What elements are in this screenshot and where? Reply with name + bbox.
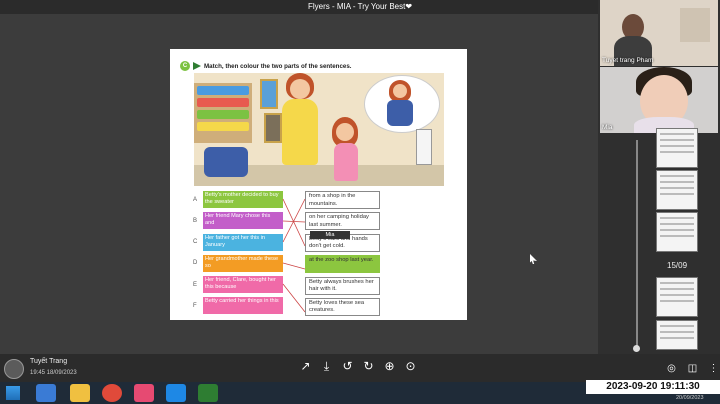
heart-icon: ❤	[405, 2, 413, 11]
page-thumbnail[interactable]	[656, 320, 698, 350]
sentence-ends: from a shop in the mountains. on her cam…	[305, 191, 380, 319]
more-icon[interactable]: ⋮	[706, 361, 720, 376]
layout-icon[interactable]: ◫	[685, 361, 700, 376]
toolbar-tools: ↗ ⤓ ↺ ↻ ⊕ ⊙	[298, 359, 418, 374]
sentence-end-box[interactable]: from a shop in the mountains.	[305, 191, 380, 209]
upload-datetime: 19:45 18/09/2023	[30, 370, 77, 376]
sentence-end-box[interactable]: on her camping holiday last summer.	[305, 212, 380, 231]
app-icon[interactable]	[134, 384, 154, 402]
rotate-left-icon[interactable]: ↺	[340, 359, 355, 374]
sentence-end-box[interactable]: Betty loves these sea creatures.	[305, 297, 380, 316]
app-icon[interactable]	[198, 384, 218, 402]
sentence-end-box[interactable]: Betty always brushes her hair with it.	[305, 276, 380, 295]
download-icon[interactable]: ⤓	[319, 359, 334, 374]
video-tile[interactable]: Tuyet trang Pham	[600, 0, 718, 66]
page-thumbnail[interactable]	[656, 170, 698, 210]
page-thumbnail[interactable]	[656, 277, 698, 317]
scrollbar-thumb[interactable]	[633, 345, 640, 352]
title-text: Flyers - MIA - Try Your Best	[307, 2, 406, 11]
windows-start-icon[interactable]	[6, 386, 20, 400]
exercise-page: C Match, then colour the two parts of th…	[170, 49, 467, 320]
page-thumbnail[interactable]	[656, 128, 698, 168]
zalo-icon[interactable]	[166, 384, 186, 402]
thumbnail-date: 15/09	[667, 261, 688, 270]
sentence-end-box[interactable]: at the zoo shop last year.	[305, 255, 380, 274]
video-tile[interactable]: Mia	[600, 67, 718, 133]
rotate-right-icon[interactable]: ↻	[361, 359, 376, 374]
remote-cursor-label: Mia	[310, 231, 350, 239]
participant-name: Tuyet trang Pham	[602, 57, 654, 64]
avatar[interactable]	[4, 359, 24, 379]
participant-name: Mia	[602, 124, 613, 131]
page-scrollbar[interactable]	[636, 140, 638, 348]
fit-screen-icon[interactable]: ⊙	[403, 359, 418, 374]
chrome-icon[interactable]	[102, 384, 122, 402]
view-controls: ◎ ◫ ⋮	[664, 361, 720, 376]
system-clock: 2023-09-20 19:11:30	[586, 380, 720, 394]
clock-date: 20/09/2023	[676, 395, 704, 401]
page-thumbnail[interactable]	[656, 212, 698, 252]
share-arrow-icon[interactable]: ↗	[298, 359, 313, 374]
info-icon[interactable]: ◎	[664, 361, 679, 376]
zoom-in-icon[interactable]: ⊕	[382, 359, 397, 374]
edge-icon[interactable]	[36, 384, 56, 402]
user-name: Tuyết Trang	[30, 358, 68, 365]
file-explorer-icon[interactable]	[70, 384, 90, 402]
